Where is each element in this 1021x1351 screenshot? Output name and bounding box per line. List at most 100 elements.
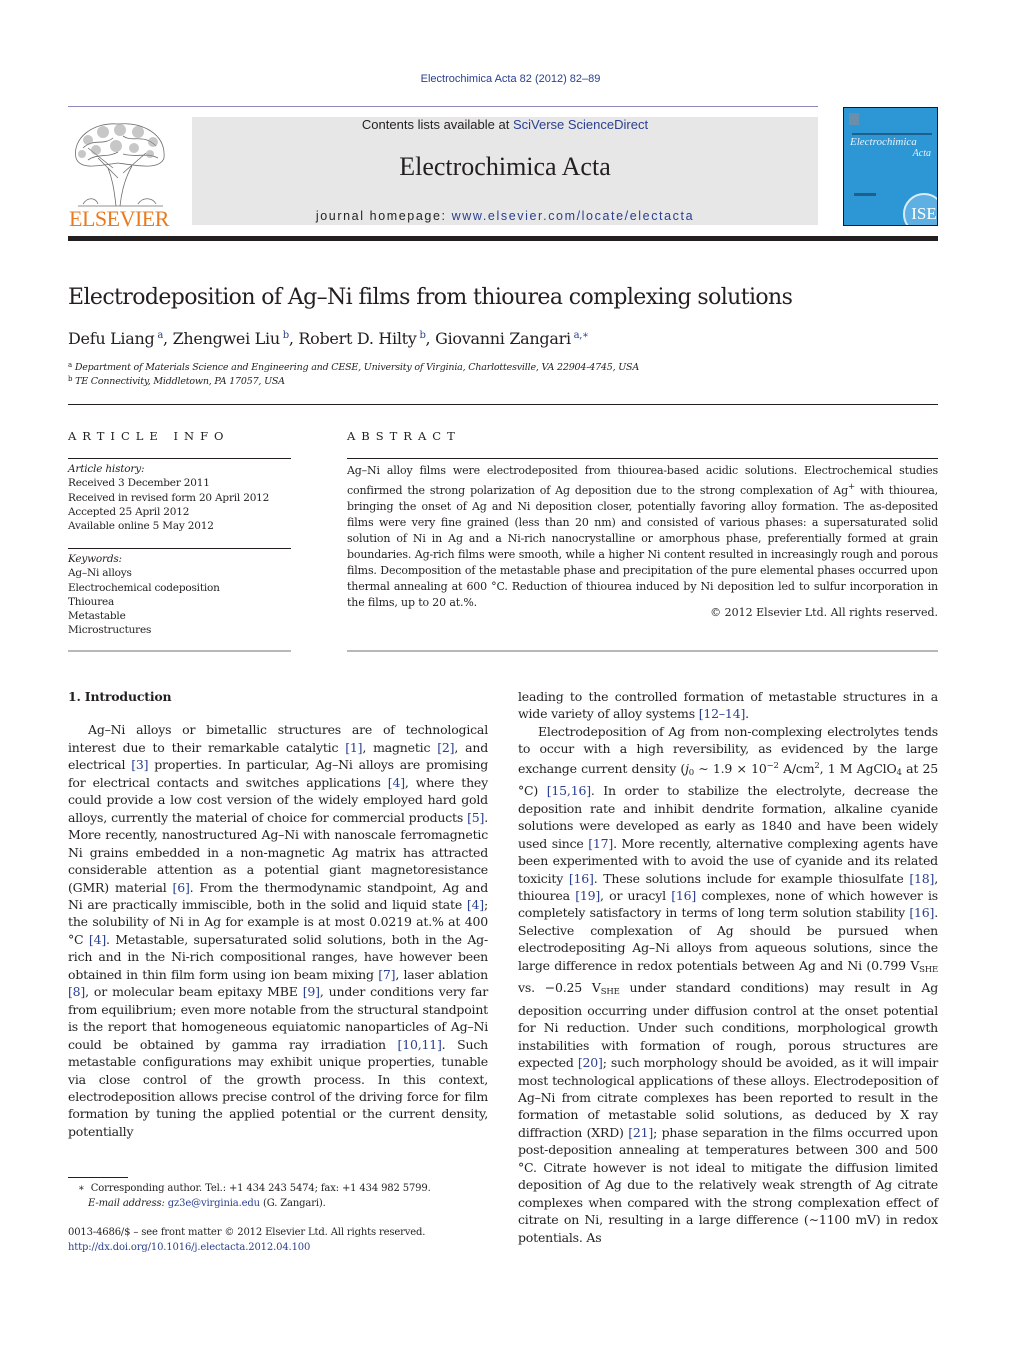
author-name: Zhengwei Liu <box>172 329 281 348</box>
elsevier-wordmark: ELSEVIER <box>69 206 169 231</box>
reference-link[interactable]: [6] <box>173 880 190 895</box>
affiliation-a: a Department of Materials Science and En… <box>68 361 639 373</box>
abstract-text-part1: Ag–Ni alloy films were electrodeposited … <box>347 464 938 497</box>
history-revised: Received in revised form 20 April 2012 <box>68 491 270 504</box>
superscript: −2 <box>766 760 779 771</box>
reference-link[interactable]: [7] <box>378 967 395 982</box>
reference-link[interactable]: [9] <box>303 984 320 999</box>
keyword-item: Thiourea <box>68 595 115 608</box>
author-separator: , <box>425 329 436 348</box>
reference-link[interactable]: [16] <box>671 888 696 903</box>
footnote-contact-text: Corresponding author. Tel.: +1 434 243 5… <box>90 1183 431 1194</box>
author-separator: , <box>163 329 173 348</box>
reference-link[interactable]: [4] <box>89 932 106 947</box>
email-label: E-mail address: <box>88 1198 165 1209</box>
cover-title-line2: Acta <box>912 148 931 159</box>
email-suffix: (G. Zangari). <box>259 1198 326 1209</box>
author-affiliation-link[interactable]: a <box>154 330 163 341</box>
abstract-rule-top <box>347 458 938 459</box>
keyword-item: Metastable <box>68 610 126 623</box>
article-info-rule-middle <box>68 548 291 549</box>
history-accepted: Accepted 25 April 2012 <box>68 505 190 518</box>
body-text: . <box>745 706 749 722</box>
affiliation-a-text: Department of Materials Science and Engi… <box>74 362 640 373</box>
reference-link[interactable]: [2] <box>437 740 454 755</box>
reference-link[interactable]: [8] <box>68 984 85 999</box>
author-name: Giovanni Zangari <box>435 329 571 348</box>
body-text: , laser ablation <box>395 966 488 982</box>
body-text: . These solutions include for example th… <box>593 870 910 886</box>
cover-small-text <box>854 193 876 196</box>
keyword-item: Electrochemical codeposition <box>68 581 220 594</box>
elsevier-tree-icon <box>75 123 165 207</box>
reference-link[interactable]: [15,16] <box>547 783 591 798</box>
author-affiliation-link[interactable]: b <box>280 330 289 341</box>
history-online: Available online 5 May 2012 <box>68 520 214 533</box>
contents-prefix: Contents lists available at <box>361 117 513 132</box>
header-thick-rule <box>68 236 938 241</box>
reference-link[interactable]: [16] <box>569 871 594 886</box>
journal-citation-link[interactable]: Electrochimica Acta 82 (2012) 82–89 <box>0 73 1021 85</box>
email-link[interactable]: gz3e@virginia.edu <box>168 1198 260 1209</box>
affiliation-rule <box>68 404 938 405</box>
reference-link[interactable]: [4] <box>467 897 484 912</box>
doi-link[interactable]: http://dx.doi.org/10.1016/j.electacta.20… <box>68 1240 488 1255</box>
article-info-heading: ARTICLE INFO <box>68 429 230 443</box>
body-text: , or molecular beam epitaxy MBE <box>85 984 303 1000</box>
footnote-rule <box>68 1177 128 1178</box>
journal-cover-thumbnail[interactable]: Electrochimica Acta ISE <box>843 107 938 226</box>
cover-title-line1: Electrochimica <box>850 136 917 148</box>
article-history: Article history: Received 3 December 201… <box>68 462 291 533</box>
reference-link[interactable]: [4] <box>388 775 405 790</box>
body-text: ; phase separation in the films occurred… <box>518 1124 938 1245</box>
abstract-rule-bottom <box>347 650 938 652</box>
ise-society-logo-icon: ISE <box>903 193 937 225</box>
reference-link[interactable]: [19] <box>575 888 600 903</box>
abstract-superscript: + <box>847 482 855 492</box>
intro-paragraph-1-continued: leading to the controlled formation of m… <box>518 688 938 723</box>
journal-homepage-link[interactable]: www.elsevier.com/locate/electacta <box>452 209 694 223</box>
abstract-heading: ABSTRACT <box>347 429 461 443</box>
body-text: vs. −0.25 V <box>518 980 601 996</box>
elsevier-logo[interactable]: ELSEVIER <box>68 118 170 231</box>
author-name: Defu Liang <box>68 329 155 348</box>
front-matter: 0013-4686/$ – see front matter © 2012 El… <box>68 1225 488 1255</box>
abstract-text-part2: with thiourea, bringing the onset of Ag … <box>347 484 938 609</box>
reference-link[interactable]: [10,11] <box>398 1037 442 1052</box>
cover-publisher-icon <box>849 113 859 125</box>
author-affiliation-link[interactable]: a,∗ <box>571 330 589 341</box>
section-heading-introduction: 1. Introduction <box>68 689 172 704</box>
abstract-text: Ag–Ni alloy films were electrodeposited … <box>347 463 938 611</box>
homepage-prefix: journal homepage: <box>315 209 452 223</box>
header-top-rule <box>68 106 818 107</box>
reference-link[interactable]: [12–14] <box>699 706 746 721</box>
reference-link[interactable]: [16] <box>909 905 934 920</box>
intro-paragraph-2: Electrodeposition of Ag from non-complex… <box>518 723 938 1246</box>
reference-link[interactable]: [1] <box>345 740 362 755</box>
corresponding-author-footnote: ∗ Corresponding author. Tel.: +1 434 243… <box>68 1181 488 1211</box>
reference-link[interactable]: [3] <box>131 757 148 772</box>
abstract-copyright: © 2012 Elsevier Ltd. All rights reserved… <box>710 606 938 619</box>
author-list: Defu Liang a, Zhengwei Liu b, Robert D. … <box>68 329 589 348</box>
reference-link[interactable]: [21] <box>628 1125 653 1140</box>
author-affiliation-link[interactable]: b <box>417 330 425 341</box>
sciencedirect-link[interactable]: SciVerse ScienceDirect <box>513 117 648 132</box>
keyword-item: Microstructures <box>68 624 152 637</box>
intro-paragraph-1: Ag–Ni alloys or bimetallic structures ar… <box>68 721 488 1140</box>
article-title: Electrodeposition of Ag–Ni films from th… <box>68 285 793 310</box>
reference-link[interactable]: [18] <box>909 871 934 886</box>
keywords-block: Keywords: Ag–Ni alloys Electrochemical c… <box>68 552 291 638</box>
body-text: , magnetic <box>362 739 438 755</box>
cover-subtitle-bar <box>852 133 932 135</box>
footnote-email: E-mail address: gz3e@virginia.edu (G. Za… <box>68 1196 488 1211</box>
reference-link[interactable]: [17] <box>588 836 613 851</box>
body-column-right: leading to the controlled formation of m… <box>518 688 938 1246</box>
author-name: Robert D. Hilty <box>298 329 417 348</box>
contents-available-line: Contents lists available at SciVerse Sci… <box>192 117 818 132</box>
reference-link[interactable]: [5] <box>467 810 484 825</box>
reference-link[interactable]: [20] <box>578 1055 603 1070</box>
subscript: SHE <box>919 964 938 975</box>
article-history-label: Article history: <box>68 463 145 475</box>
body-text: ∼ 1.9 × 10 <box>693 760 767 776</box>
history-received: Received 3 December 2011 <box>68 477 210 490</box>
